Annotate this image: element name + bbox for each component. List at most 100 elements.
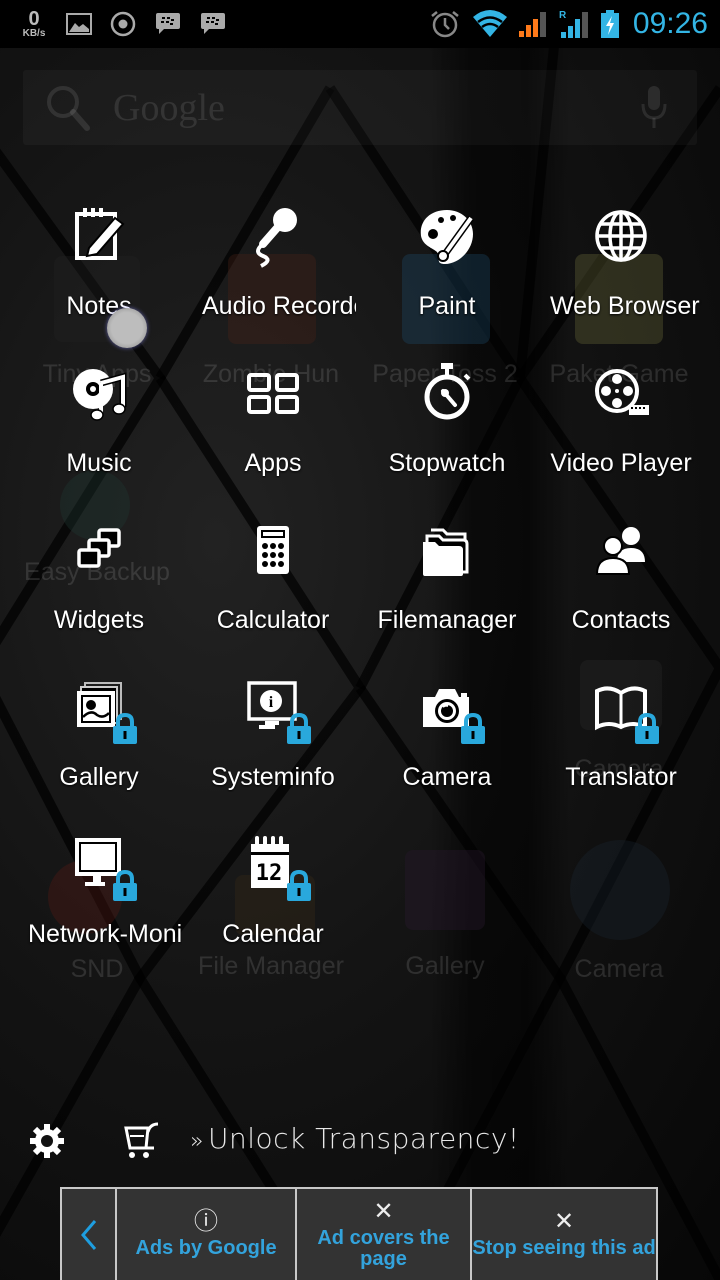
clock[interactable]: 09:26 (633, 0, 708, 48)
camera-icon (415, 675, 485, 744)
app-label: Audio Recorder (202, 292, 356, 320)
lock-icon (113, 713, 137, 744)
signal-icon-sim1 (516, 0, 550, 48)
close-icon: ✕ (553, 1208, 575, 1235)
mic-icon[interactable] (639, 84, 669, 135)
widgets-icon (67, 518, 131, 582)
search-placeholder: Google (113, 87, 225, 129)
microphone-icon (241, 204, 305, 268)
ad-back-button[interactable] (62, 1189, 117, 1280)
app-label: Gallery (59, 763, 139, 791)
promo-prefix: » (190, 1129, 204, 1154)
app-video-player[interactable]: Video Player (534, 355, 708, 512)
app-contacts[interactable]: Contacts (534, 512, 708, 669)
bbm-icon (198, 0, 228, 48)
app-widgets[interactable]: Widgets (12, 512, 186, 669)
lock-icon (113, 870, 137, 901)
wifi-icon (470, 0, 510, 48)
globe-icon (589, 204, 653, 268)
book-icon (589, 675, 659, 744)
svg-text:i: i (269, 694, 274, 711)
app-calendar[interactable]: 12 Calendar (186, 826, 360, 983)
battery-charging-icon (598, 0, 622, 48)
app-calculator[interactable]: Calculator (186, 512, 360, 669)
app-label: Apps (244, 449, 302, 477)
app-label: Video Player (550, 449, 692, 477)
bg-tile-camera-2 (570, 840, 670, 940)
folder-icon (415, 518, 479, 582)
app-translator[interactable]: Translator (534, 669, 708, 826)
stop-seeing-ad-button[interactable]: ✕ Stop seeing this ad (472, 1189, 656, 1280)
bg-label: Gallery (405, 952, 485, 980)
film-reel-icon (589, 361, 653, 425)
signal-icon-sim2-roaming: R (556, 0, 592, 48)
app-paint[interactable]: Paint (360, 198, 534, 355)
notes-icon (67, 204, 131, 268)
network-speed: 0 KB/s (16, 0, 52, 48)
app-notes[interactable]: Notes (12, 198, 186, 355)
ad-covers-page-button[interactable]: ✕ Ad covers the page (297, 1189, 472, 1280)
calculator-icon (241, 518, 305, 582)
lock-icon (287, 870, 311, 901)
google-search-widget[interactable]: Google (23, 70, 697, 145)
app-label: Contacts (571, 606, 671, 634)
apps-grid-icon (241, 361, 305, 425)
app-label: Paint (418, 292, 476, 320)
alarm-icon (428, 0, 462, 48)
bbm-icon (153, 0, 183, 48)
app-web-browser[interactable]: Web Browser (534, 198, 708, 355)
app-label: Camera (402, 763, 492, 791)
app-stopwatch[interactable]: Stopwatch (360, 355, 534, 512)
unlock-transparency-link[interactable]: » Unlock Transparency! (190, 1122, 520, 1155)
app-apps[interactable]: Apps (186, 355, 360, 512)
network-speed-value: 0 (28, 8, 40, 30)
app-music[interactable]: Music (12, 355, 186, 512)
app-label: Music (66, 449, 132, 477)
app-label: Calculator (216, 606, 330, 634)
status-bar[interactable]: 0 KB/s R 09:26 (0, 0, 720, 48)
app-label: Calendar (222, 920, 324, 948)
calendar-icon: 12 (241, 832, 311, 901)
info-icon: ⓘ (194, 1208, 218, 1235)
monitor-icon (67, 832, 137, 901)
lock-icon (635, 713, 659, 744)
record-icon (108, 0, 138, 48)
app-label: Filemanager (377, 606, 517, 634)
promo-text: Unlock Transparency! (207, 1122, 520, 1155)
contacts-icon (589, 518, 653, 582)
calendar-day: 12 (256, 861, 283, 886)
app-label: Stopwatch (388, 449, 506, 477)
gallery-icon (67, 675, 137, 744)
ads-by-google-label: Ads by Google (135, 1237, 277, 1259)
network-speed-unit: KB/s (22, 28, 46, 39)
stopwatch-icon (415, 361, 479, 425)
chevron-left-icon (80, 1219, 96, 1250)
app-audio-recorder[interactable]: Audio Recorder (186, 198, 360, 355)
system-info-icon: i (241, 675, 311, 744)
palette-icon (415, 204, 479, 268)
bg-tile-gallery (405, 850, 485, 930)
close-icon: ✕ (373, 1197, 394, 1225)
app-camera[interactable]: Camera (360, 669, 534, 826)
ad-feedback-overlay: ⓘ Ads by Google ✕ Ad covers the page ✕ S… (60, 1187, 658, 1280)
gallery-notification-icon (64, 0, 94, 48)
gear-icon[interactable] (28, 1122, 66, 1165)
drawer-action-bar: » Unlock Transparency! (14, 1118, 519, 1165)
lock-icon (287, 713, 311, 744)
app-filemanager[interactable]: Filemanager (360, 512, 534, 669)
roaming-indicator: R (559, 10, 567, 21)
app-label: Web Browser (550, 292, 700, 320)
ad-covers-page-label: Ad covers the page (317, 1226, 450, 1270)
app-label: Translator (565, 763, 677, 791)
stop-seeing-ad-label: Stop seeing this ad (472, 1237, 656, 1259)
ads-by-google-button[interactable]: ⓘ Ads by Google (117, 1189, 297, 1280)
cart-icon[interactable] (124, 1122, 160, 1165)
touch-indicator (107, 308, 147, 348)
app-network-monitor[interactable]: Network-Monitor (12, 826, 186, 983)
app-systeminfo[interactable]: i Systeminfo (186, 669, 360, 826)
app-label: Notes (66, 292, 132, 320)
search-icon[interactable] (43, 82, 95, 139)
app-gallery[interactable]: Gallery (12, 669, 186, 826)
app-label: Widgets (53, 606, 145, 634)
app-label: Network-Monitor (28, 920, 182, 948)
